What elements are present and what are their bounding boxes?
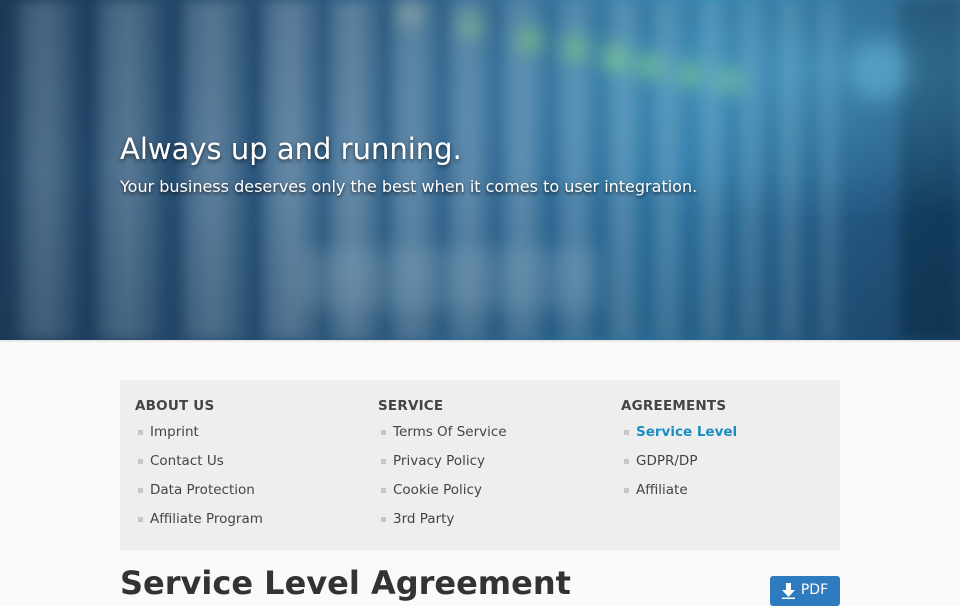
bullet-icon [381,459,386,464]
nav-list-about-us: Imprint Contact Us Data Protection Affil… [135,422,263,538]
bullet-icon [381,488,386,493]
bullet-icon [138,517,143,522]
nav-link-label: Imprint [150,424,199,440]
bullet-icon [624,430,629,435]
nav-heading-about-us: ABOUT US [135,398,215,414]
nav-link-label: Affiliate [636,482,688,498]
nav-link-privacy-policy[interactable]: Privacy Policy [378,451,507,480]
nav-link-gdpr-dp[interactable]: GDPR/DP [621,451,737,480]
nav-link-affiliate[interactable]: Affiliate [621,480,737,509]
nav-link-label: 3rd Party [393,511,455,527]
nav-link-contact-us[interactable]: Contact Us [135,451,263,480]
pdf-download-button[interactable]: PDF [770,576,840,606]
nav-link-cookie-policy[interactable]: Cookie Policy [378,480,507,509]
nav-link-label: GDPR/DP [636,453,698,469]
bullet-icon [138,459,143,464]
nav-heading-service: SERVICE [378,398,444,414]
bullet-icon [381,517,386,522]
hero-subtitle: Your business deserves only the best whe… [120,177,698,196]
nav-link-label: Data Protection [150,482,255,498]
nav-link-label: Cookie Policy [393,482,482,498]
download-arrow-icon [781,583,795,599]
bullet-icon [624,459,629,464]
page-title: Service Level Agreement [120,564,571,602]
hero-divider [0,340,960,343]
nav-link-terms-of-service[interactable]: Terms Of Service [378,422,507,451]
nav-link-label: Privacy Policy [393,453,486,469]
nav-link-data-protection[interactable]: Data Protection [135,480,263,509]
bullet-icon [138,430,143,435]
nav-list-agreements: Service Level GDPR/DP Affiliate [621,422,737,509]
nav-list-service: Terms Of Service Privacy Policy Cookie P… [378,422,507,538]
nav-column-agreements: AGREEMENTS Service Level GDPR/DP Affilia… [621,396,737,509]
nav-column-service: SERVICE Terms Of Service Privacy Policy … [378,396,507,538]
nav-link-label: Service Level [636,424,738,440]
hero-banner: Always up and running. Your business des… [0,0,960,340]
hero-overlay [0,0,960,340]
hero-title: Always up and running. [120,132,462,166]
nav-link-affiliate-program[interactable]: Affiliate Program [135,509,263,538]
nav-link-imprint[interactable]: Imprint [135,422,263,451]
bullet-icon [624,488,629,493]
nav-heading-agreements: AGREEMENTS [621,398,727,414]
bullet-icon [138,488,143,493]
legal-nav-panel: ABOUT US Imprint Contact Us Data Protect… [120,380,840,550]
pdf-button-label: PDF [800,582,829,598]
nav-link-service-level[interactable]: Service Level [621,422,737,451]
bullet-icon [381,430,386,435]
nav-link-label: Terms Of Service [393,424,507,440]
nav-link-label: Affiliate Program [150,511,263,527]
nav-link-label: Contact Us [150,453,224,469]
nav-column-about-us: ABOUT US Imprint Contact Us Data Protect… [135,396,263,538]
nav-link-3rd-party[interactable]: 3rd Party [378,509,507,538]
